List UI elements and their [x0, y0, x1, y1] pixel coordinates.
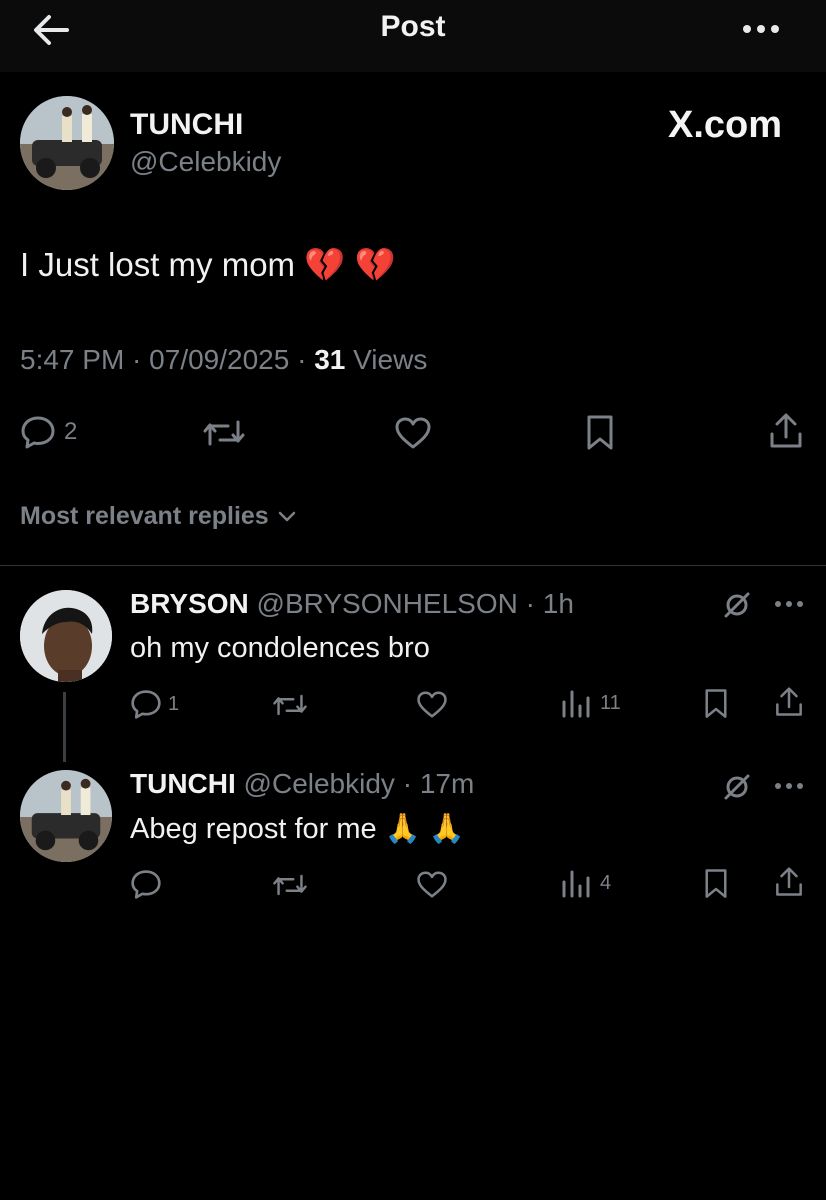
- reply-author-name[interactable]: TUNCHI: [130, 768, 236, 799]
- reply-like-button[interactable]: [416, 690, 448, 719]
- reply-more-button[interactable]: [774, 600, 804, 608]
- author-handle[interactable]: @Celebkidy: [130, 146, 281, 178]
- reply-views-count: 11: [600, 691, 621, 714]
- post-text: I Just lost my mom 💔 💔: [20, 246, 396, 283]
- repost-button[interactable]: [202, 418, 246, 448]
- reply-views-count: 4: [600, 871, 612, 894]
- reply-header: TUNCHI @Celebkidy · 17m: [130, 768, 475, 799]
- replies-sort-dropdown[interactable]: Most relevant replies: [20, 502, 297, 531]
- replies-sort-label: Most relevant replies: [20, 502, 269, 530]
- reply-author-name[interactable]: BRYSON: [130, 588, 249, 619]
- repost-icon: [273, 874, 307, 896]
- grok-button[interactable]: [722, 772, 752, 802]
- bookmark-button[interactable]: [586, 414, 614, 452]
- reply-icon: [131, 690, 161, 719]
- reply-views-button[interactable]: 11: [560, 688, 621, 718]
- reply-reply-button[interactable]: [130, 868, 162, 900]
- reply-more-button[interactable]: [774, 782, 804, 790]
- reply-reply-count: 1: [168, 692, 180, 715]
- avatar[interactable]: [20, 96, 114, 190]
- views-label: Views: [353, 344, 428, 375]
- heart-icon: [417, 871, 447, 898]
- more-horizontal-icon: [775, 601, 803, 607]
- avatar-photo-icon: [20, 590, 112, 682]
- grok-icon: [724, 774, 750, 800]
- analytics-icon: [562, 870, 590, 898]
- reply-repost-button[interactable]: [272, 872, 308, 898]
- share-icon: [776, 687, 802, 716]
- bookmark-icon: [705, 689, 727, 718]
- repost-icon: [203, 420, 245, 446]
- bookmark-icon: [705, 869, 727, 898]
- avatar[interactable]: [20, 590, 112, 682]
- views-count: 31: [314, 344, 346, 375]
- repost-icon: [273, 694, 307, 716]
- reply-share-button[interactable]: [774, 866, 804, 898]
- grok-icon: [724, 592, 750, 618]
- reply-views-button[interactable]: 4: [560, 868, 611, 898]
- more-horizontal-icon: [775, 783, 803, 789]
- reply-like-button[interactable]: [416, 870, 448, 899]
- analytics-icon: [562, 690, 590, 718]
- bookmark-icon: [587, 415, 613, 450]
- reply-share-button[interactable]: [774, 686, 804, 718]
- reply-icon: [131, 870, 161, 899]
- author-name[interactable]: TUNCHI: [130, 108, 243, 142]
- reply-reply-button[interactable]: 1: [130, 688, 179, 720]
- thread-line: [63, 692, 66, 762]
- reply-time[interactable]: 17m: [420, 768, 474, 799]
- page-title: Post: [380, 10, 446, 43]
- reply-bookmark-button[interactable]: [704, 688, 728, 720]
- avatar[interactable]: [20, 770, 112, 862]
- avatar-photo-icon: [20, 96, 114, 190]
- reply-author-handle[interactable]: @Celebkidy: [244, 768, 395, 799]
- chevron-down-icon: [278, 511, 295, 521]
- reply-time[interactable]: 1h: [543, 588, 574, 619]
- share-button[interactable]: [768, 412, 804, 450]
- post-date[interactable]: 07/09/2025: [149, 344, 289, 375]
- reply-count: 2: [64, 418, 78, 445]
- avatar-photo-icon: [20, 770, 112, 862]
- share-icon: [770, 413, 802, 448]
- reply-header: BRYSON @BRYSONHELSON · 1h: [130, 588, 574, 619]
- divider: [0, 565, 826, 566]
- post-meta: 5:47 PM · 07/09/2025 · 31 Views: [20, 344, 428, 375]
- grok-button[interactable]: [722, 590, 752, 620]
- reply-text: Abeg repost for me 🙏 🙏: [130, 813, 465, 845]
- reply-bookmark-button[interactable]: [704, 868, 728, 900]
- heart-icon: [417, 691, 447, 718]
- more-button[interactable]: [736, 14, 786, 44]
- post-time[interactable]: 5:47 PM: [20, 344, 124, 375]
- share-icon: [776, 867, 802, 896]
- reply-button[interactable]: 2: [20, 414, 77, 450]
- like-button[interactable]: [394, 416, 432, 450]
- more-horizontal-icon: [743, 25, 779, 33]
- reply-repost-button[interactable]: [272, 692, 308, 718]
- x-watermark: X.com: [668, 104, 783, 146]
- reply-text: oh my condolences bro: [130, 632, 430, 664]
- reply-icon: [21, 416, 55, 449]
- heart-icon: [395, 417, 431, 449]
- reply-author-handle[interactable]: @BRYSONHELSON: [257, 588, 518, 619]
